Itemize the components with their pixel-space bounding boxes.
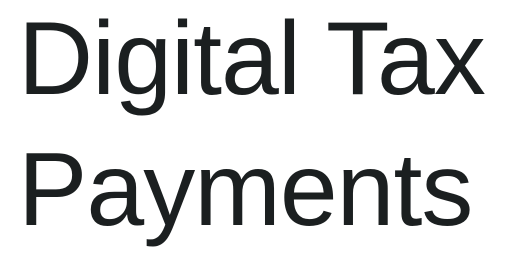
title-line-2: Payments	[18, 132, 473, 248]
title-line-1: Digital Tax	[18, 1, 486, 117]
page-title: Digital Tax Payments	[18, 0, 512, 256]
